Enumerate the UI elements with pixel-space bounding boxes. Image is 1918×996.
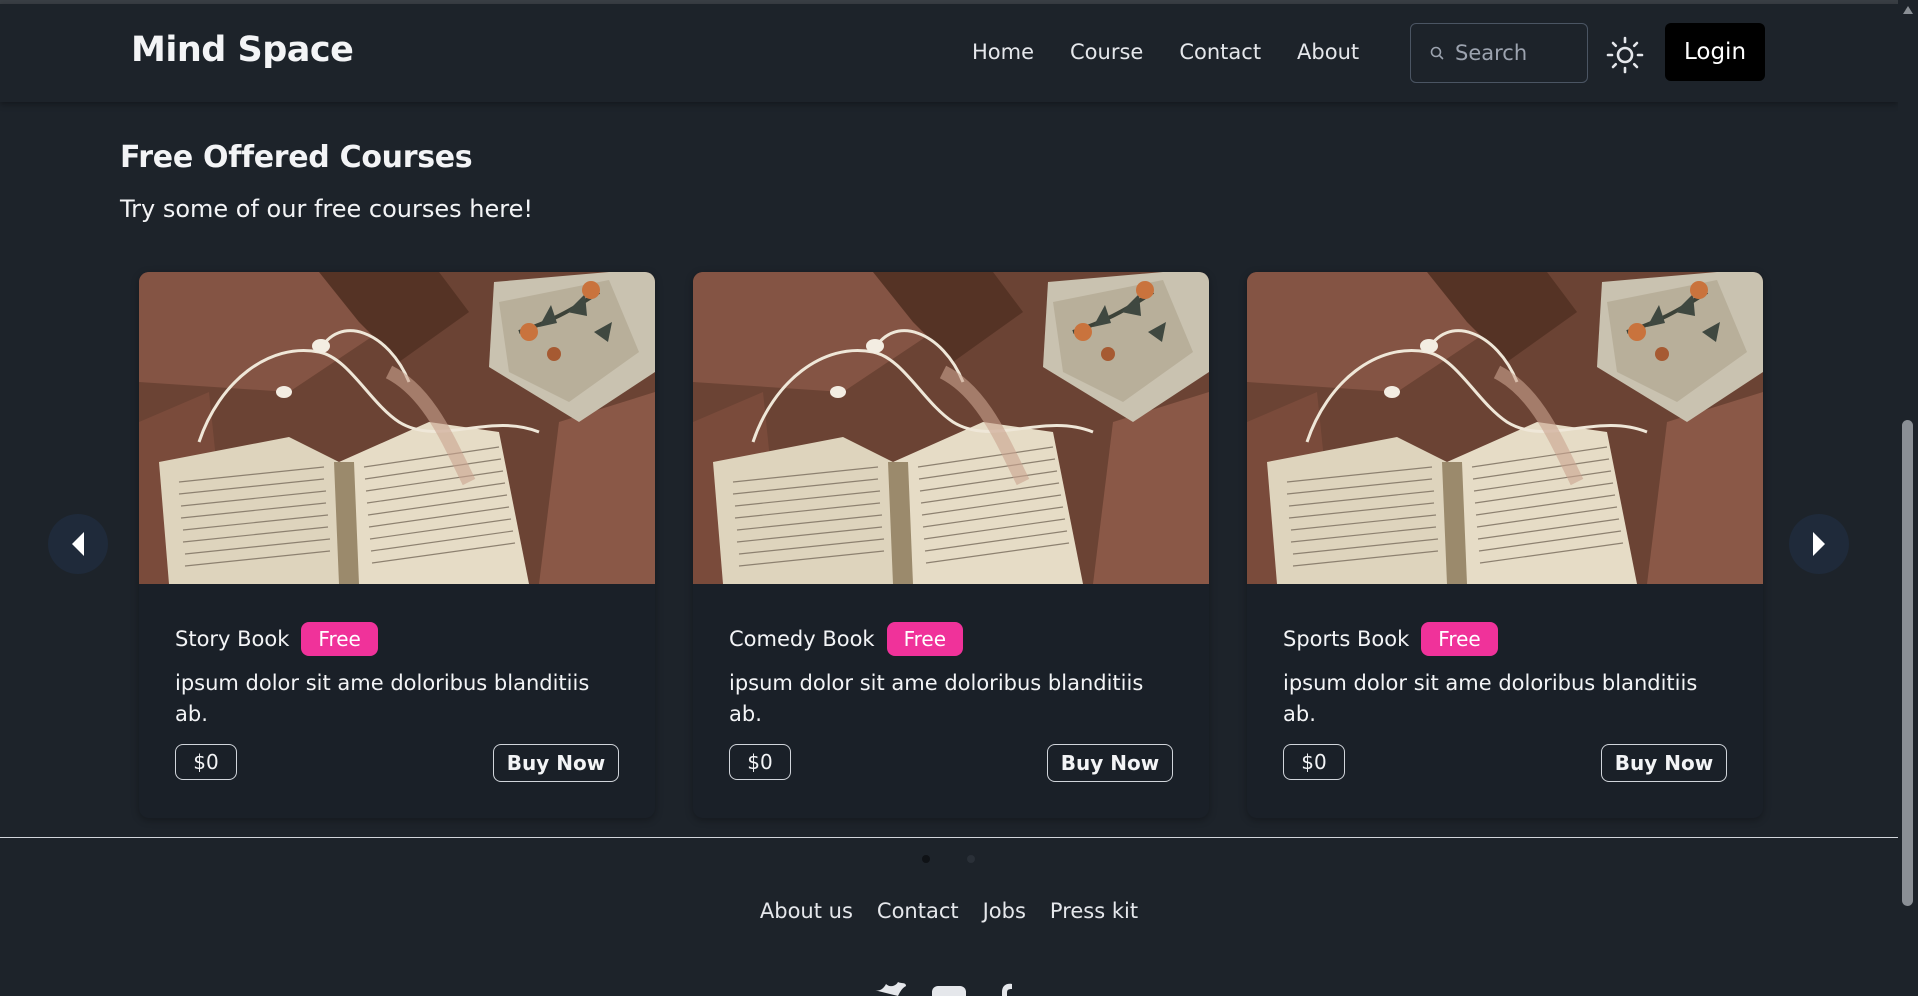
brand-logo[interactable]: Mind Space [131,30,354,70]
course-image [1247,272,1763,584]
course-description: ipsum dolor sit ame doloribus blanditiis… [729,671,1144,726]
footer-link-contact[interactable]: Contact [877,899,959,923]
price-tag: $0 [175,744,237,780]
course-card: Sports Book Free ipsum dolor sit ame dol… [1247,272,1763,818]
buy-now-button[interactable]: Buy Now [493,744,619,782]
course-description: ipsum dolor sit ame doloribus blanditiis… [175,671,590,726]
search-input[interactable] [1455,41,1575,65]
nav-links: Home Course Contact About [972,40,1359,64]
scroll-up-arrow-icon[interactable] [1903,6,1913,14]
course-card: Comedy Book Free ipsum dolor sit ame dol… [693,272,1209,818]
section-title: Free Offered Courses [120,140,473,175]
footer-links: About us Contact Jobs Press kit [0,899,1898,923]
buy-now-button[interactable]: Buy Now [1601,744,1727,782]
section-subtitle: Try some of our free courses here! [120,195,533,223]
search-box [1410,23,1588,83]
course-image [139,272,655,584]
course-card: Story Book Free ipsum dolor sit ame dolo… [139,272,655,818]
chevron-left-icon [72,532,84,556]
section-divider [0,837,1898,838]
course-name: Sports Book [1283,627,1410,651]
carousel-prev-button[interactable] [48,514,108,574]
carousel-dot-active[interactable] [922,855,930,863]
nav-link-home[interactable]: Home [972,40,1034,64]
footer-link-jobs[interactable]: Jobs [983,899,1026,923]
course-name: Story Book [175,627,290,651]
course-description: ipsum dolor sit ame doloribus blanditiis… [1283,671,1698,726]
navbar: Mind Space Home Course Contact About Log… [0,4,1898,102]
nav-link-about[interactable]: About [1297,40,1359,64]
free-badge: Free [1421,622,1498,656]
sun-icon[interactable] [1606,36,1644,74]
price-tag: $0 [729,744,791,780]
search-icon [1430,46,1444,60]
carousel-dot[interactable] [967,855,975,863]
chevron-right-icon [1813,532,1825,556]
footer-link-press-kit[interactable]: Press kit [1050,899,1138,923]
nav-link-contact[interactable]: Contact [1179,40,1261,64]
course-image [693,272,1209,584]
free-badge: Free [886,622,964,656]
free-badge: Free [301,622,378,656]
footer-link-about-us[interactable]: About us [760,899,853,923]
buy-now-button[interactable]: Buy Now [1047,744,1173,782]
login-button[interactable]: Login [1665,23,1765,81]
course-name: Comedy Book [729,627,875,651]
scrollbar-thumb[interactable] [1902,420,1913,906]
price-tag: $0 [1283,744,1345,780]
carousel-next-button[interactable] [1789,514,1849,574]
nav-link-course[interactable]: Course [1070,40,1143,64]
